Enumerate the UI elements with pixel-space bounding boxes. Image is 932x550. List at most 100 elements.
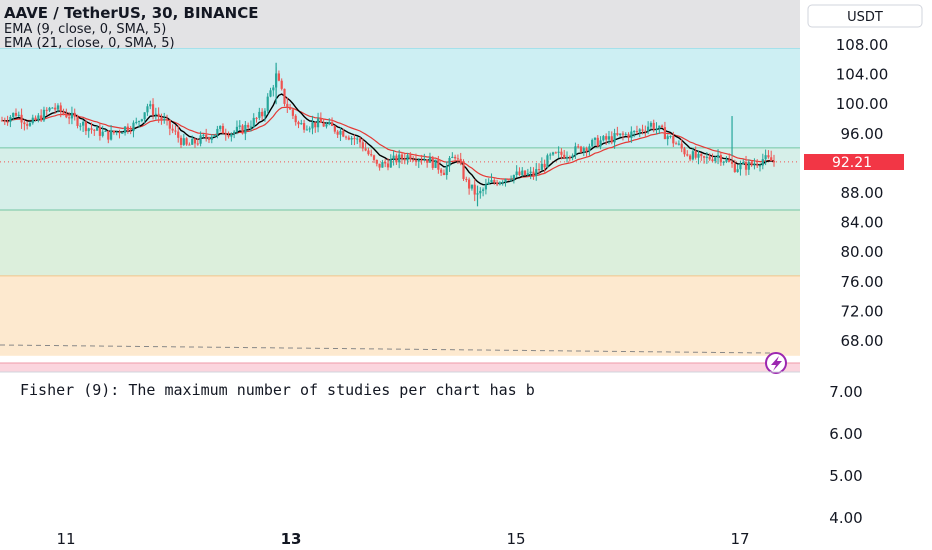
candle-body xyxy=(252,117,255,127)
candle-body xyxy=(378,163,381,168)
candle-body xyxy=(607,136,611,140)
currency-button-label[interactable]: USDT xyxy=(847,10,883,25)
candle-body xyxy=(297,122,300,125)
candle-body xyxy=(185,138,188,145)
candle-body xyxy=(37,115,40,120)
candle-body xyxy=(196,143,199,145)
candle-body xyxy=(210,136,213,140)
lightning-button[interactable] xyxy=(765,352,787,374)
candle-body xyxy=(504,179,507,183)
candle-body xyxy=(560,151,563,155)
candle xyxy=(546,153,549,168)
candle-body xyxy=(126,126,129,132)
chart-title: AAVE / TetherUS, 30, BINANCE xyxy=(4,4,259,22)
candle-body xyxy=(454,156,457,159)
candle-body xyxy=(233,131,236,134)
candle-body xyxy=(101,131,104,136)
candle-body xyxy=(700,153,703,157)
currency-button[interactable]: USDT xyxy=(807,4,923,28)
candle-body xyxy=(420,159,423,161)
candle-body xyxy=(40,115,43,121)
candle-body xyxy=(739,163,742,170)
candle-body xyxy=(708,156,711,160)
candle-body xyxy=(322,122,325,127)
zone-pink xyxy=(0,363,800,372)
candle xyxy=(283,88,286,107)
candle-body xyxy=(686,154,689,156)
candle-body xyxy=(325,124,328,127)
ema9-legend: EMA (9, close, 0, SMA, 5) xyxy=(4,22,166,37)
candle-body xyxy=(705,156,708,158)
candle-body xyxy=(182,138,185,145)
candle-body xyxy=(579,146,583,153)
price-tick-5: 88.00 xyxy=(841,184,884,202)
fisher-tick-2: 5.00 xyxy=(829,467,862,485)
candle-body xyxy=(495,182,499,185)
candle-body xyxy=(82,121,85,126)
candle-body xyxy=(482,189,485,191)
candle-body xyxy=(230,133,233,137)
candle-body xyxy=(714,157,717,162)
candle-body xyxy=(255,117,258,119)
candle-body xyxy=(328,122,331,125)
candle-body xyxy=(465,178,468,180)
candle-body xyxy=(747,161,750,170)
candle-body xyxy=(227,135,230,137)
candle xyxy=(523,170,527,176)
price-tick-7: 80.00 xyxy=(841,243,884,261)
candle-body xyxy=(104,130,107,132)
candle-body xyxy=(610,136,613,143)
candle-body xyxy=(591,139,594,147)
candle-body xyxy=(613,133,616,143)
candle-body xyxy=(392,155,395,160)
candle-body xyxy=(647,126,650,132)
candle-body xyxy=(149,104,152,107)
candle-body xyxy=(518,171,521,175)
candle-body xyxy=(557,151,560,153)
candle-body xyxy=(697,153,700,158)
candle-body xyxy=(193,138,197,144)
candle-body xyxy=(389,159,392,168)
candle-body xyxy=(157,113,160,117)
candle-body xyxy=(398,154,401,163)
candle-body xyxy=(585,148,588,152)
chart-canvas[interactable]: AAVE / TetherUS, 30, BINANCE EMA (9, clo… xyxy=(0,0,932,550)
candle-body xyxy=(551,152,555,155)
candle-body xyxy=(330,122,334,126)
candle-body xyxy=(90,128,93,130)
candle xyxy=(241,124,244,135)
candle-body xyxy=(3,120,6,122)
candle-body xyxy=(621,133,625,135)
candle-body xyxy=(302,123,306,130)
candle-body xyxy=(529,171,532,174)
time-tick-2: 15 xyxy=(506,530,525,548)
fisher-tick-0: 7.00 xyxy=(829,383,862,401)
candle-body xyxy=(772,161,776,163)
candle-body xyxy=(283,88,286,104)
candle-body xyxy=(484,184,487,190)
candle-body xyxy=(451,156,454,159)
candle-body xyxy=(736,169,739,172)
candle-body xyxy=(669,135,672,137)
candle-body xyxy=(753,164,756,166)
candle-body xyxy=(493,180,496,183)
candle-body xyxy=(263,110,267,117)
candle-body xyxy=(543,163,546,168)
candle-body xyxy=(384,162,387,164)
candle-body xyxy=(308,128,311,130)
candle-body xyxy=(535,169,538,177)
candle-body xyxy=(652,122,655,130)
candle-body xyxy=(179,137,183,145)
candle-body xyxy=(42,109,46,121)
candle-body xyxy=(356,138,359,140)
candle-body xyxy=(261,111,264,117)
candle-body xyxy=(764,155,767,160)
ema21-legend: EMA (21, close, 0, SMA, 5) xyxy=(4,36,175,51)
candle-body xyxy=(202,134,205,136)
candle-body xyxy=(65,113,68,118)
candle-body xyxy=(84,121,88,132)
candle-body xyxy=(509,179,513,181)
price-tick-6: 84.00 xyxy=(841,214,884,232)
candle-body xyxy=(12,112,15,117)
candle-body xyxy=(23,122,26,125)
